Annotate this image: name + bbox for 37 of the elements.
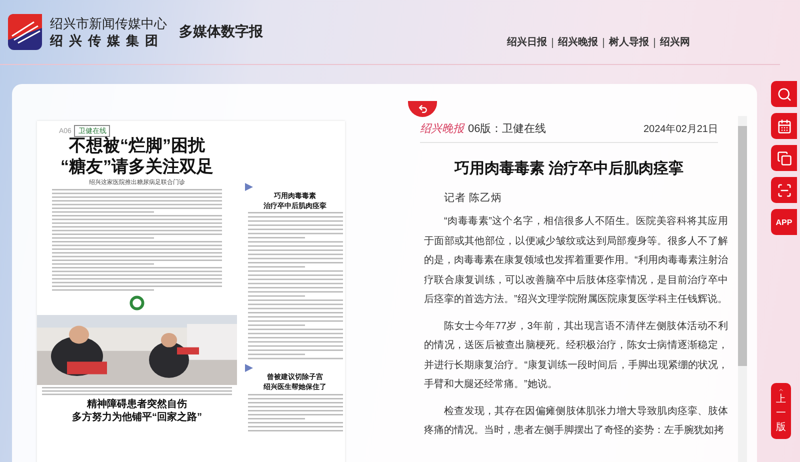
calendar-button[interactable] bbox=[771, 113, 797, 139]
headline: “糖友”请多关注双足 bbox=[60, 158, 214, 176]
back-button[interactable] bbox=[408, 101, 437, 117]
calendar-icon bbox=[776, 118, 792, 134]
scan-icon bbox=[776, 182, 792, 198]
previous-page-button[interactable]: 上一版 bbox=[771, 383, 791, 439]
edition-label: 06版：卫健在线 bbox=[468, 122, 546, 136]
search-icon bbox=[776, 86, 792, 102]
seal-icon bbox=[129, 295, 145, 312]
scan-button[interactable] bbox=[771, 177, 797, 203]
scrollbar[interactable] bbox=[738, 116, 747, 462]
copy-button[interactable] bbox=[771, 145, 797, 171]
nav-link[interactable]: 绍兴日报 bbox=[502, 38, 552, 48]
headline: 多方努力为他铺平“回家之路” bbox=[72, 412, 202, 424]
headline: 不想被“烂脚”困扰 bbox=[69, 137, 205, 156]
group-name: 绍兴传媒集团 bbox=[50, 32, 165, 49]
issue-date: 2024年02月21日 bbox=[644, 122, 718, 136]
byline: 记者 陈乙炳 bbox=[444, 191, 503, 205]
arrow-icon bbox=[245, 183, 253, 191]
org-name: 绍兴市新闻传媒中心 bbox=[50, 15, 167, 32]
back-icon bbox=[418, 104, 428, 114]
paper-name: 绍兴晚报 bbox=[420, 122, 464, 136]
paragraph: “肉毒毒素”这个名字，相信很多人不陌生。医院美容科将其应用于面部或其他部位，以便减少皱纹或达到局部瘦身等。很多人不了解的是，肉毒毒素在康复领域也发挥着重要作用。“利用肉毒毒素注射治疗联合康复训练，可以改善脑卒中后肢体痉挛情况，是目前治疗卒中后痉挛的首选方法。”绍兴文理学院附属医院康复医学科主任钱辉说。 bbox=[424, 214, 728, 307]
product-title: 多媒体数字报 bbox=[179, 23, 263, 41]
nav-link[interactable]: 绍兴晚报 bbox=[552, 38, 603, 48]
paragraph: 陈女士今年77岁，3年前，其出现言语不清伴左侧肢体活动不利的情况，送医后被查出脑梗死。经积极治疗，陈女士病情逐渐稳定，并进行长期康复治疗。“康复训练一段时间后，手脚出现紧绷的状况，手臂和大腿还经常痛。”她说。 bbox=[424, 320, 728, 392]
arrow-icon bbox=[245, 364, 253, 372]
caret-icon bbox=[776, 387, 786, 393]
nav-link[interactable]: 树人导报 bbox=[603, 38, 654, 48]
search-button[interactable] bbox=[771, 81, 797, 107]
article-title: 巧用肉毒毒素 治疗卒中后肌肉痉挛 bbox=[453, 159, 685, 178]
logo-icon bbox=[8, 14, 42, 50]
copy-icon bbox=[776, 150, 792, 166]
nav-link[interactable]: 绍兴网 bbox=[654, 38, 695, 48]
app-button[interactable]: APP bbox=[771, 209, 797, 235]
paragraph: 检查发现，其存在因偏瘫侧肢体肌张力增大导致肌肉痉挛、肢体疼痛的情况。当时，患者左侧手脚摆出了奇怪的姿势：左手腕犹如拷 bbox=[424, 404, 728, 438]
headline: 精神障碍患者突然自伤 bbox=[87, 399, 187, 410]
